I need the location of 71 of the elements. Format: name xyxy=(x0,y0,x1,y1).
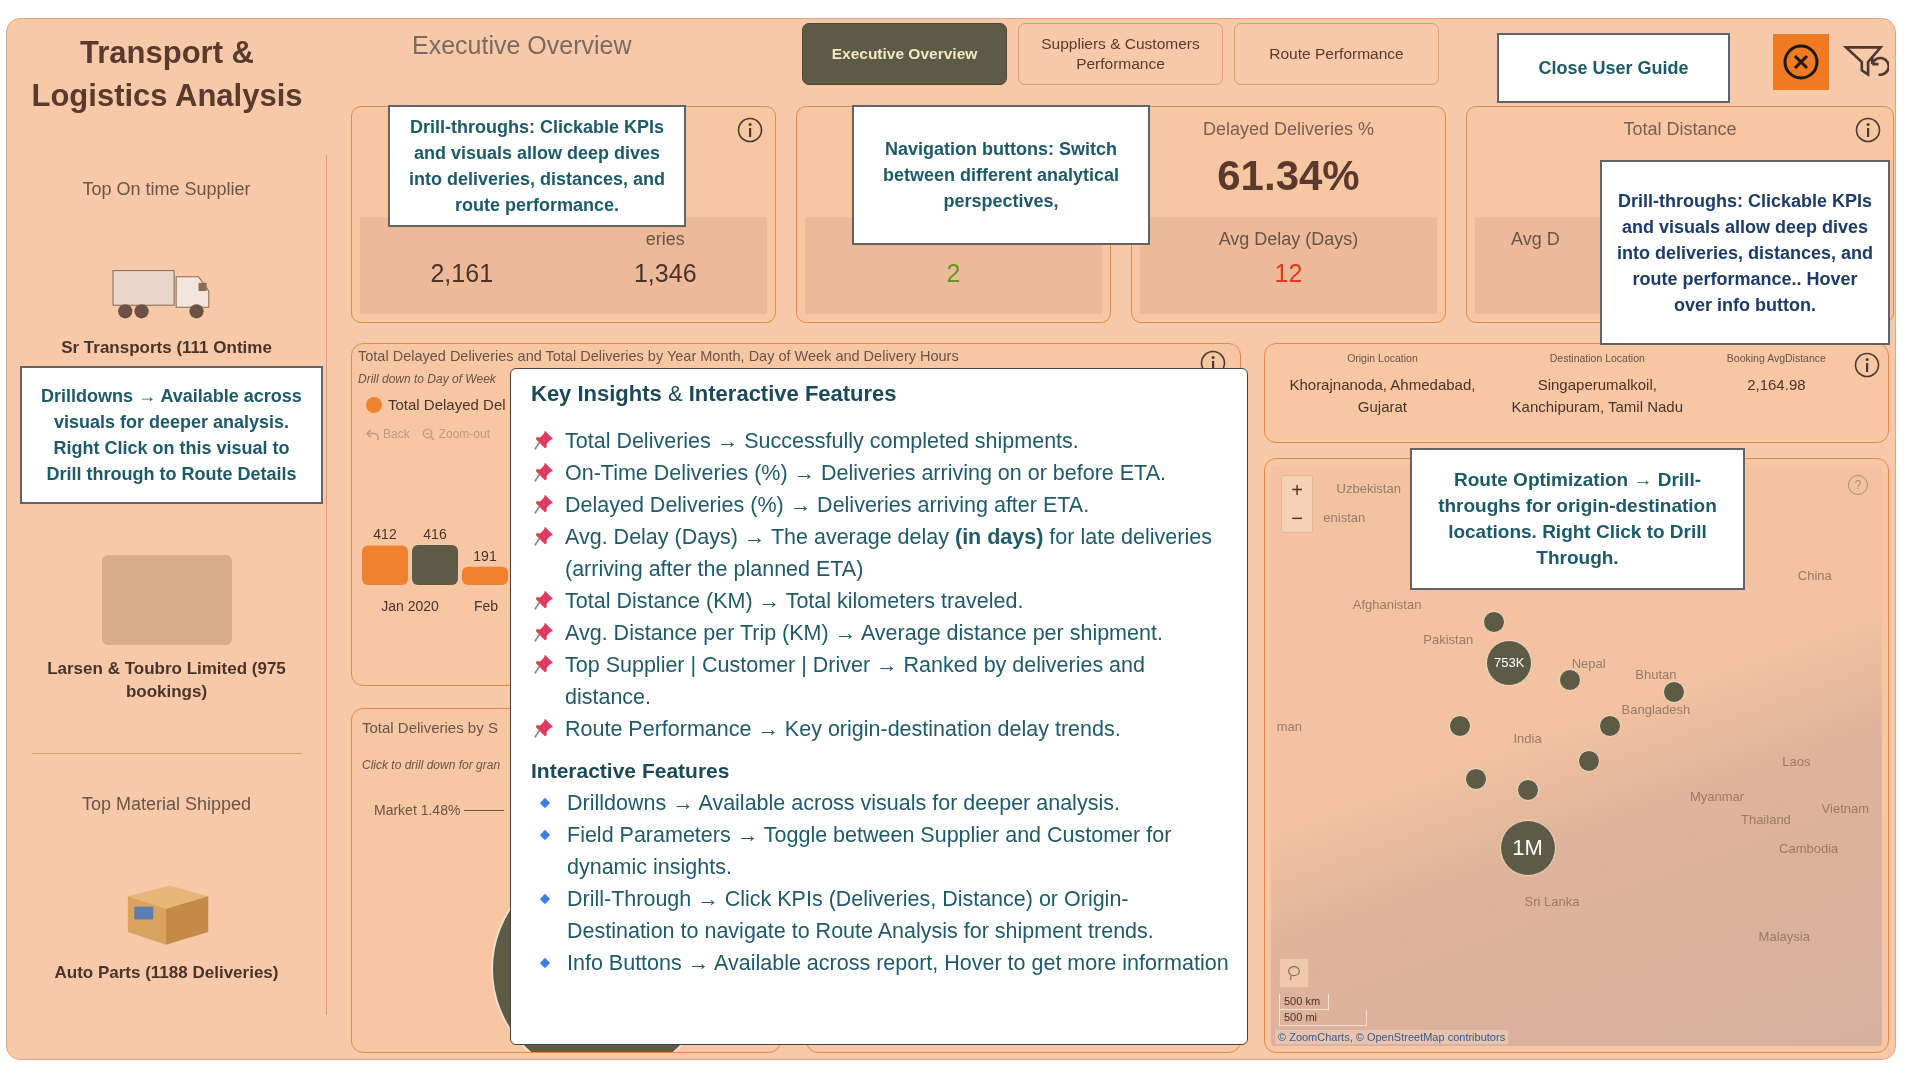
popup-item: Delayed Deliveries (%) → Deliveries arriving after ETA. xyxy=(565,492,1091,519)
guide-tooltip: Drill-throughs: Clickable KPIs and visuals allow deep dives into deliveries, distances, and route performance. xyxy=(388,105,686,227)
popup-item: On-Time Deliveries (%) → Deliveries arriving on or before ETA. xyxy=(565,460,1167,487)
country-label: Afghanistan xyxy=(1352,596,1422,612)
kpi-title: Total Distance xyxy=(1623,119,1737,140)
report-title: Transport & Logistics Analysis xyxy=(30,34,304,115)
popup-subheading: Interactive Features xyxy=(531,759,731,783)
country-label: enistan xyxy=(1323,509,1366,525)
chart-title: Total Delayed Deliveries and Total Deliveries by Year Month, Day of Week and Delivery Hours xyxy=(358,348,959,364)
country-label: man xyxy=(1276,718,1302,734)
guide-tooltip: Drill-throughs: Clickable KPIs and visuals allow deep dives into deliveries, distances, and route performance.. Hover over info button. xyxy=(1600,160,1890,345)
slice-label: Market 1.48% xyxy=(374,802,461,818)
chart-title: Total Deliveries by S xyxy=(362,719,498,736)
popup-item: Route Performance → Key origin-destination delay trends. xyxy=(565,716,1122,743)
popup-item: Avg. Distance per Trip (KM) → Average distance per shipment. xyxy=(565,620,1164,647)
chart-subtitle: Click to drill down for gran xyxy=(362,758,501,772)
map-scale: 500 mi xyxy=(1279,1010,1367,1026)
kpi-value: 61.34% xyxy=(1217,152,1360,200)
guide-tooltip: Route Optimization → Drill-throughs for origin-destination locations. Right Click to Drill Through. xyxy=(1410,448,1745,590)
country-label: Cambodia xyxy=(1779,840,1839,856)
map-attribution: © ZoomCharts, © OpenStreetMap contributors xyxy=(1275,1030,1509,1044)
country-label: China xyxy=(1797,567,1832,583)
legend-label: Total Delayed Del xyxy=(388,396,506,413)
kpi-sub-value: 2 xyxy=(946,259,961,288)
popup-heading: Key Insights & Interactive Features xyxy=(531,381,898,407)
axis-label: Jan 2020 xyxy=(381,598,439,614)
country-label: Vietnam xyxy=(1821,800,1870,816)
country-label: Pakistan xyxy=(1423,631,1474,647)
section-heading: Top On time Supplier xyxy=(82,179,251,200)
kpi-title: Delayed Deliveries % xyxy=(1202,119,1375,140)
data-label: 191 xyxy=(473,547,497,564)
country-label: Sri Lanka xyxy=(1524,893,1580,909)
data-label: 416 xyxy=(423,526,447,542)
top-item-caption: Sr Transports (111 Ontime xyxy=(60,337,273,359)
country-label: Thailand xyxy=(1740,811,1791,827)
guide-tooltip: Close User Guide xyxy=(1497,33,1730,103)
data-label: 412 xyxy=(373,526,397,543)
guide-tooltip: Drilldowns → Available across visuals for deeper analysis. Right Click on this visual to Drill through to Route Details xyxy=(20,366,323,504)
top-item-caption: Larsen & Toubro Limited (975 bookings) xyxy=(46,658,287,703)
kpi-sub-value: 12 xyxy=(1274,259,1303,288)
country-label: Myanmar xyxy=(1689,788,1745,804)
popup-item: Total Distance (KM) → Total kilometers traveled. xyxy=(565,588,1025,615)
country-label: Uzbekistan xyxy=(1336,480,1401,496)
section-heading: Top Material Shipped xyxy=(81,794,252,815)
country-label: Nepal xyxy=(1571,655,1606,671)
popup-item: Info Buttons → Available across report, Hover to get more information xyxy=(567,950,1229,977)
chart-subtitle: Drill down to Day of Week xyxy=(358,372,497,386)
map-scale: 500 km xyxy=(1279,994,1329,1010)
kpi-sub-label: Avg D xyxy=(1511,229,1560,251)
table-cell-text: Khorajnanoda, Ahmedabad, Gujarat xyxy=(1288,375,1477,417)
kpi-sub-label: Avg Delay (Days) xyxy=(1218,229,1359,251)
guide-tooltip: Navigation buttons: Switch between different analytical perspectives, xyxy=(852,105,1150,245)
table-cell-text: 2,164.98 xyxy=(1746,375,1807,395)
kpi-sub-label: eries xyxy=(645,229,685,251)
top-item-caption: Auto Parts (1188 Deliveries) xyxy=(53,962,280,984)
popup-item: Total Deliveries → Successfully completed shipments. xyxy=(565,428,1080,455)
country-label: Bhutan xyxy=(1635,666,1677,682)
country-label: Bangladesh xyxy=(1621,701,1691,717)
popup-item: Drill-Through → Click KPIs (Deliveries, Distance) or Origin-Destination to navigate to Route Analysis for shipment trends. xyxy=(567,886,1155,945)
popup-item: Avg. Delay (Days) → The average delay (in days) for late deliveries (arriving after the planned ETA) xyxy=(565,524,1213,583)
table-cell-text: Singaperumalkoil, Kanchipuram, Tamil Nadu xyxy=(1510,375,1685,417)
country-label: Malaysia xyxy=(1758,928,1810,944)
country-label: Laos xyxy=(1782,753,1811,769)
axis-label: Feb xyxy=(474,598,499,614)
kpi-sub-value: 1,346 xyxy=(633,259,697,288)
popup-item: Top Supplier | Customer | Driver → Ranked by deliveries and distance. xyxy=(565,652,1146,711)
popup-item: Field Parameters → Toggle between Supplier and Customer for dynamic insights. xyxy=(567,822,1173,881)
country-label: India xyxy=(1513,730,1542,746)
kpi-sub-value: 2,161 xyxy=(430,259,494,288)
popup-item: Drilldowns → Available across visuals for deeper analysis. xyxy=(567,790,1121,817)
page-title: Executive Overview xyxy=(412,31,633,60)
